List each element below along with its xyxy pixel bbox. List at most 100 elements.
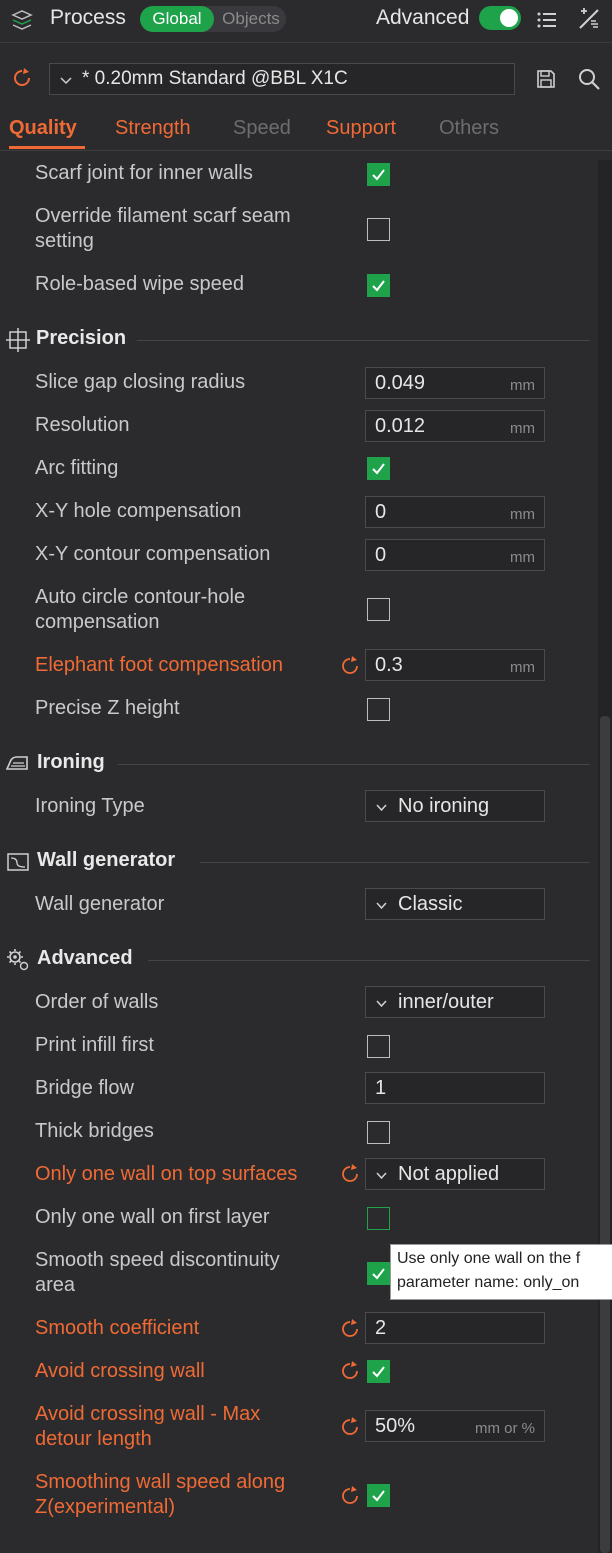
reset-arrow-icon[interactable]	[339, 655, 361, 677]
reset-arrow-icon[interactable]	[339, 1485, 361, 1507]
section-divider	[200, 862, 590, 863]
field-value: 0	[375, 501, 387, 523]
one-wall-first-layer-checkbox[interactable]	[367, 1207, 390, 1230]
reset-arrow-icon[interactable]	[339, 1416, 361, 1438]
slice-gap-input[interactable]: 0.049 mm	[365, 367, 545, 399]
checkmark-icon	[372, 1366, 385, 1378]
setting-label: Smoothing wall speed along	[35, 1471, 286, 1493]
chevron-down-icon	[60, 77, 72, 85]
resolution-input[interactable]: 0.012 mm	[365, 410, 545, 442]
xy-contour-input[interactable]: 0 mm	[365, 539, 545, 571]
setting-label: Elephant foot compensation	[35, 654, 283, 676]
precise-z-checkbox[interactable]	[367, 698, 390, 721]
checkmark-icon	[372, 463, 385, 475]
thick-bridges-checkbox[interactable]	[367, 1121, 390, 1144]
checkmark-icon	[372, 1490, 385, 1502]
field-value: 0.049	[375, 372, 426, 394]
advanced-label: Advanced	[376, 6, 470, 29]
tab-speed[interactable]: Speed	[233, 117, 291, 140]
order-of-walls-select[interactable]: inner/outer	[365, 986, 545, 1018]
save-icon[interactable]	[535, 68, 557, 90]
section-divider	[118, 764, 590, 765]
setting-label: Auto circle contour-hole	[35, 586, 246, 608]
tooltip-line: Use only one wall on the f	[397, 1250, 581, 1267]
setting-label: Smooth speed discontinuity	[35, 1249, 280, 1271]
scope-switch: Global Objects	[140, 6, 286, 32]
field-unit: mm	[510, 659, 535, 676]
scrollbar-thumb[interactable]	[600, 716, 610, 1553]
override-scarf-checkbox[interactable]	[367, 218, 390, 241]
field-value: 0	[375, 544, 387, 566]
toggle-knob	[500, 9, 518, 27]
magic-wand-icon[interactable]	[576, 6, 602, 32]
field-value: 2	[375, 1317, 387, 1339]
setting-label: Bridge flow	[35, 1077, 134, 1099]
setting-label: Resolution	[35, 414, 130, 436]
layers-icon	[11, 10, 33, 30]
checkmark-icon	[372, 280, 385, 292]
smooth-z-speed-checkbox[interactable]	[367, 1484, 390, 1507]
field-value: 50%	[375, 1415, 416, 1437]
search-icon[interactable]	[577, 67, 601, 91]
chevron-down-icon	[376, 1000, 387, 1008]
role-wipe-speed-checkbox[interactable]	[367, 274, 390, 297]
one-wall-top-select[interactable]: Not applied	[365, 1158, 545, 1190]
tab-active-indicator	[9, 146, 85, 149]
scope-objects-button[interactable]: Objects	[216, 6, 286, 32]
setting-label: setting	[35, 230, 94, 252]
field-unit: mm	[510, 377, 535, 394]
wall-generator-select[interactable]: Classic	[365, 888, 545, 920]
select-value: No ironing	[398, 795, 490, 817]
max-detour-input[interactable]: 50% mm or %	[365, 1410, 545, 1442]
setting-label: X-Y contour compensation	[35, 543, 271, 565]
elephant-foot-input[interactable]: 0.3 mm	[365, 649, 545, 681]
auto-circle-checkbox[interactable]	[367, 598, 390, 621]
setting-label: Arc fitting	[35, 457, 119, 479]
setting-label: Precise Z height	[35, 697, 180, 719]
preset-selector[interactable]: * 0.20mm Standard @BBL X1C	[49, 63, 515, 95]
setting-label: Ironing Type	[35, 795, 145, 817]
bridge-flow-input[interactable]: 1	[365, 1072, 545, 1104]
reset-arrow-icon[interactable]	[339, 1163, 361, 1185]
reset-arrow-icon[interactable]	[10, 66, 34, 90]
field-value: 0.012	[375, 415, 426, 437]
setting-label: Order of walls	[35, 991, 159, 1013]
chevron-down-icon	[376, 902, 387, 910]
field-unit: mm	[510, 506, 535, 523]
field-unit: mm	[510, 549, 535, 566]
setting-label: Z(experimental)	[35, 1496, 176, 1518]
tab-others[interactable]: Others	[439, 117, 499, 140]
smooth-speed-checkbox[interactable]	[367, 1262, 390, 1285]
setting-label: Thick bridges	[35, 1120, 154, 1142]
reset-arrow-icon[interactable]	[339, 1360, 361, 1382]
section-divider	[137, 340, 590, 341]
arc-fitting-checkbox[interactable]	[367, 457, 390, 480]
scope-global-button[interactable]: Global	[140, 6, 214, 32]
checkmark-icon	[372, 169, 385, 181]
setting-label: Role-based wipe speed	[35, 273, 245, 295]
tab-quality[interactable]: Quality	[9, 117, 85, 149]
smooth-coefficient-input[interactable]: 2	[365, 1312, 545, 1344]
setting-label: X-Y hole compensation	[35, 500, 242, 522]
section-title-advanced: Advanced	[37, 947, 133, 969]
setting-label: Smooth coefficient	[35, 1317, 200, 1339]
ironing-type-select[interactable]: No ironing	[365, 790, 545, 822]
advanced-toggle[interactable]	[479, 6, 521, 30]
reset-arrow-icon[interactable]	[339, 1318, 361, 1340]
setting-label: Print infill first	[35, 1034, 154, 1056]
section-title-wall-generator: Wall generator	[37, 849, 176, 871]
setting-label: Slice gap closing radius	[35, 371, 246, 393]
tab-support[interactable]: Support	[326, 117, 396, 140]
iron-icon	[5, 756, 28, 770]
preset-name: * 0.20mm Standard @BBL X1C	[82, 68, 348, 89]
settings-tabs: Quality Strength Speed Support Others	[0, 117, 612, 149]
field-value: 0.3	[375, 654, 403, 676]
scarf-inner-walls-checkbox[interactable]	[367, 163, 390, 186]
tab-strength[interactable]: Strength	[115, 117, 191, 140]
avoid-crossing-checkbox[interactable]	[367, 1360, 390, 1383]
xy-hole-input[interactable]: 0 mm	[365, 496, 545, 528]
infill-first-checkbox[interactable]	[367, 1035, 390, 1058]
list-icon[interactable]	[535, 8, 559, 32]
setting-label: Scarf joint for inner walls	[35, 162, 253, 184]
field-unit: mm or %	[475, 1420, 535, 1437]
